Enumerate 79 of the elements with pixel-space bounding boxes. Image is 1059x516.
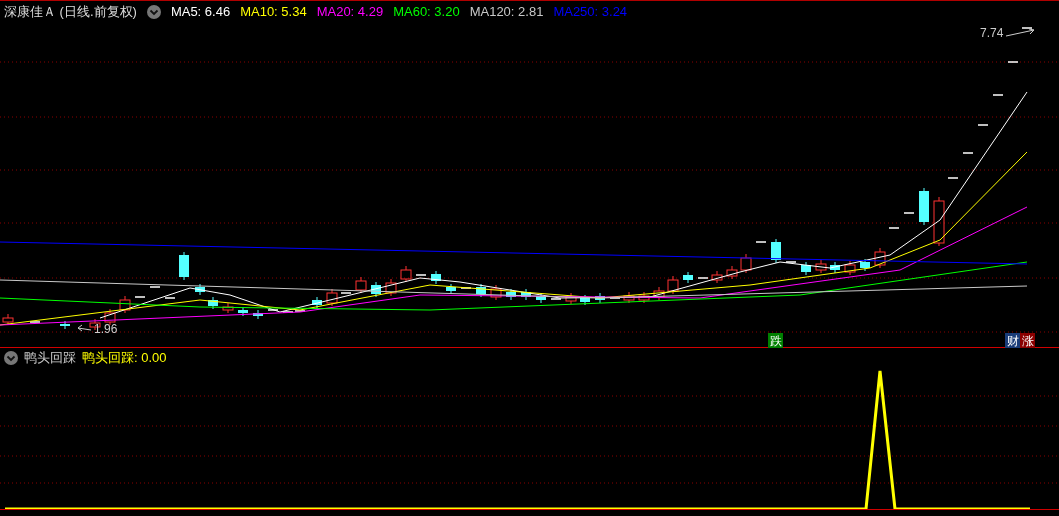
candlestick bbox=[565, 292, 577, 305]
candlestick bbox=[844, 260, 856, 276]
candlestick bbox=[476, 283, 486, 298]
candlestick bbox=[446, 283, 456, 295]
candlestick bbox=[340, 292, 352, 294]
candlestick bbox=[785, 261, 797, 263]
candlestick bbox=[755, 241, 767, 243]
low-price-label: 1.96 bbox=[94, 322, 118, 336]
candlestick bbox=[550, 298, 562, 300]
candlestick bbox=[400, 265, 412, 283]
candlestick bbox=[253, 309, 263, 320]
candlestick bbox=[506, 288, 516, 301]
candlestick bbox=[164, 297, 176, 299]
candlestick bbox=[638, 291, 650, 304]
candlestick bbox=[860, 258, 870, 272]
candlestick bbox=[815, 259, 827, 274]
candlestick bbox=[60, 320, 70, 330]
candlestick bbox=[771, 238, 781, 264]
high-price-label: 7.74 bbox=[980, 26, 1004, 40]
candlestick bbox=[683, 271, 693, 284]
arrow-icon bbox=[76, 324, 92, 334]
candlestick bbox=[711, 270, 723, 284]
candlestick bbox=[431, 270, 441, 285]
moving-average-value: MA5: 6.46 bbox=[170, 4, 231, 19]
candlestick bbox=[119, 295, 131, 314]
moving-average-value: MA20: 4.29 bbox=[316, 4, 384, 19]
moving-average-value: MA120: 2.81 bbox=[469, 4, 544, 19]
candlestick bbox=[992, 94, 1004, 96]
event-marker[interactable]: 跌 bbox=[768, 333, 783, 348]
candlestick bbox=[623, 291, 635, 304]
candlestick bbox=[740, 253, 752, 274]
candlestick bbox=[888, 227, 900, 229]
candlestick bbox=[267, 309, 279, 311]
candlestick bbox=[104, 308, 116, 326]
candlestick bbox=[1021, 27, 1033, 29]
moving-average-value: MA250: 3.24 bbox=[553, 4, 628, 19]
event-marker[interactable]: 财 bbox=[1005, 333, 1020, 348]
indicator-value: 鸭头回踩: 0.00 bbox=[82, 349, 167, 367]
candlestick bbox=[208, 296, 218, 310]
candlestick bbox=[179, 251, 189, 281]
event-marker[interactable]: 涨 bbox=[1020, 333, 1035, 348]
candlestick bbox=[595, 292, 605, 304]
stock-title: 深康佳Ａ (日线.前复权) bbox=[4, 2, 137, 21]
candlestick bbox=[977, 124, 989, 126]
candlestick bbox=[312, 296, 322, 309]
candlestick bbox=[195, 283, 205, 296]
candlestick bbox=[355, 276, 367, 294]
candlestick bbox=[919, 187, 929, 226]
candlestick bbox=[667, 275, 679, 295]
candlestick bbox=[222, 302, 234, 314]
moving-average-value: MA60: 3.20 bbox=[393, 4, 460, 19]
candlestick bbox=[801, 261, 811, 276]
candlestick bbox=[415, 274, 427, 276]
candlestick bbox=[238, 306, 248, 317]
dropdown-icon[interactable] bbox=[146, 4, 161, 19]
candlestick bbox=[521, 288, 531, 301]
candlestick bbox=[609, 297, 621, 299]
candlestick bbox=[697, 277, 709, 279]
moving-average-value: MA10: 5.34 bbox=[240, 4, 307, 19]
dropdown-icon[interactable] bbox=[4, 351, 18, 365]
candlestick bbox=[933, 196, 945, 247]
candlestick bbox=[653, 286, 665, 301]
candlestick bbox=[149, 286, 161, 288]
candlestick bbox=[903, 212, 915, 214]
candlestick bbox=[726, 265, 738, 280]
candlestick bbox=[947, 177, 959, 179]
candlestick bbox=[830, 261, 840, 274]
candlestick bbox=[962, 152, 974, 154]
candlestick bbox=[371, 281, 381, 298]
candlestick bbox=[326, 288, 338, 307]
candlestick bbox=[29, 321, 41, 323]
candlestick bbox=[2, 313, 14, 326]
candlestick bbox=[134, 296, 146, 298]
candlestick bbox=[385, 278, 397, 297]
candlestick bbox=[1007, 61, 1019, 63]
indicator-name: 鸭头回踩 bbox=[24, 349, 76, 367]
candlestick bbox=[874, 247, 886, 269]
candlestick bbox=[490, 284, 502, 301]
candlestick bbox=[580, 294, 590, 306]
